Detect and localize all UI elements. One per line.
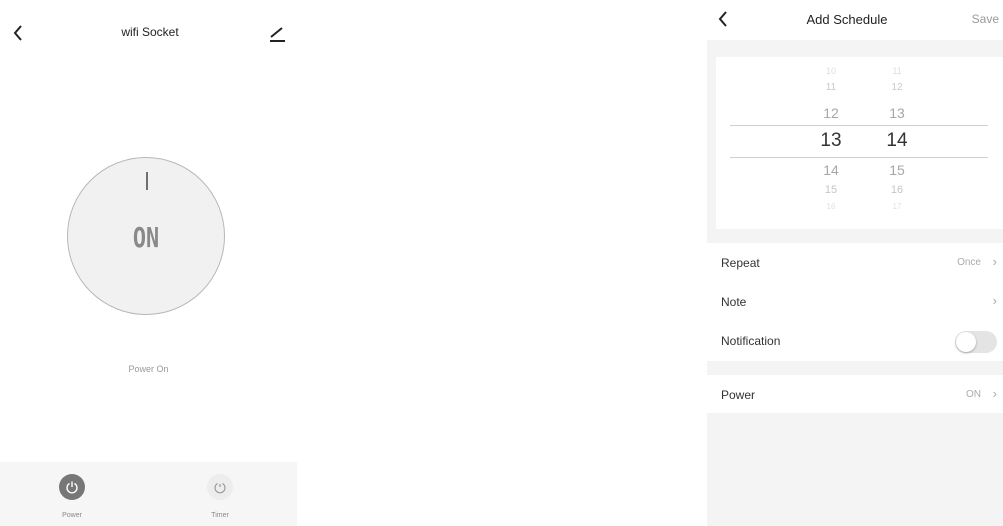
time-picker[interactable]: 10 11 12 13 14 15 16 11 12 13 14 15 16 1… — [716, 57, 1003, 229]
hour-option[interactable]: 12 — [811, 106, 851, 120]
timer-icon — [207, 474, 233, 500]
hour-option[interactable]: 11 — [811, 83, 851, 93]
tab-timer[interactable]: Timer — [190, 474, 250, 519]
notification-row: Notification — [707, 321, 1003, 360]
power-icon — [59, 474, 85, 500]
minute-option[interactable]: 12 — [877, 83, 917, 93]
repeat-label: Repeat — [721, 256, 760, 270]
pencil-icon — [270, 27, 285, 42]
device-control-screen: wifi Socket ON Power On Power Timer — [0, 0, 297, 526]
dial-tick — [146, 172, 148, 190]
bottom-tab-bar: Power Timer — [0, 462, 297, 526]
power-dial[interactable]: ON — [67, 157, 225, 315]
dial-label: ON — [132, 221, 160, 254]
picker-highlight-bottom — [730, 157, 988, 158]
page-title: wifi Socket — [121, 25, 179, 39]
repeat-value: Once — [957, 257, 981, 268]
power-value: ON — [966, 389, 981, 400]
minute-option[interactable]: 17 — [877, 203, 917, 211]
chevron-left-icon — [13, 25, 22, 41]
schedule-settings: Repeat Once › Note › Notification — [707, 243, 1003, 361]
save-button[interactable]: Save — [972, 12, 999, 26]
selected-minute[interactable]: 14 — [877, 131, 917, 150]
power-row[interactable]: Power ON › — [707, 375, 1003, 413]
picker-highlight-top — [730, 125, 988, 126]
back-button[interactable] — [713, 6, 735, 32]
notification-toggle[interactable] — [955, 331, 997, 353]
minute-option[interactable]: 15 — [877, 163, 917, 177]
selected-hour[interactable]: 13 — [811, 131, 851, 150]
note-row[interactable]: Note › — [707, 282, 1003, 321]
chevron-left-icon — [718, 11, 727, 27]
chevron-right-icon: › — [992, 293, 997, 308]
hour-option[interactable]: 14 — [811, 163, 851, 177]
power-status-text: Power On — [128, 364, 169, 374]
hour-option[interactable]: 15 — [811, 185, 851, 196]
toggle-knob — [956, 332, 976, 352]
chevron-right-icon: › — [992, 254, 997, 269]
tab-timer-label: Timer — [211, 512, 229, 519]
back-button[interactable] — [8, 20, 30, 46]
minute-option[interactable]: 16 — [877, 185, 917, 196]
note-label: Note — [721, 295, 747, 309]
edit-button[interactable] — [268, 24, 288, 44]
power-label: Power — [721, 388, 756, 402]
tab-power[interactable]: Power — [42, 474, 102, 519]
hour-option[interactable]: 16 — [811, 203, 851, 211]
chevron-right-icon: › — [992, 386, 997, 401]
minute-option[interactable]: 11 — [877, 67, 917, 76]
tab-power-label: Power — [62, 512, 82, 519]
minute-option[interactable]: 13 — [877, 106, 917, 120]
page-title: Add Schedule — [806, 12, 888, 27]
add-schedule-screen: Add Schedule Save 10 11 12 13 14 15 16 1… — [707, 0, 1003, 526]
repeat-row[interactable]: Repeat Once › — [707, 243, 1003, 282]
header-bar: Add Schedule Save — [707, 0, 1003, 40]
hour-option[interactable]: 10 — [811, 67, 851, 76]
notification-label: Notification — [721, 334, 781, 348]
